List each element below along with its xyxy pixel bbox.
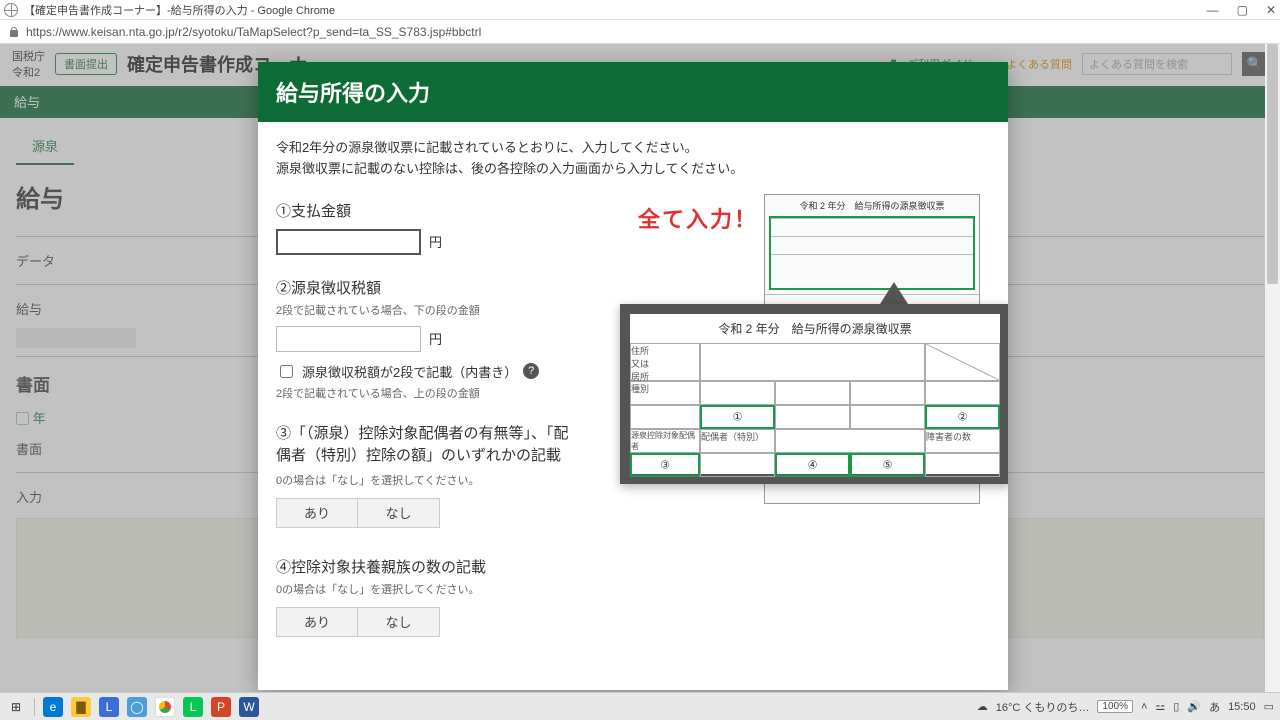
yen-unit: 円 [429,329,442,348]
onedrive-icon[interactable]: ☁ [977,700,988,713]
word-icon[interactable]: W [239,697,259,717]
dz-cell [775,381,850,405]
explorer-icon[interactable]: ▇ [71,697,91,717]
field-1-title: ①支払金額 [276,200,576,221]
dz-cell [700,453,775,477]
scrollbar-track[interactable] [1265,44,1280,692]
lock-icon [8,26,20,38]
battery-icon[interactable]: ▯ [1173,700,1179,713]
start-button[interactable]: ⊞ [6,697,26,717]
zoom-pointer-icon [880,282,908,304]
two-line-checkbox[interactable] [280,365,293,378]
close-window-button[interactable]: ✕ [1266,3,1276,17]
dz-cell: 種別 [630,381,700,405]
yen-unit: 円 [429,232,442,251]
powerpoint-icon[interactable]: P [211,697,231,717]
field-3-sub: 0の場合は「なし」を選択してください。 [276,472,576,488]
notification-icon[interactable]: ▭ [1264,700,1274,713]
two-line-label: 源泉徴収税額が2段で記載（内書き） [302,362,517,381]
zoom-badge[interactable]: 100% [1097,700,1133,713]
f4-yes-button[interactable]: あり [276,607,358,637]
dz-highlight-2: ② [925,405,1000,429]
globe-icon [4,3,18,17]
field-4-title: ④控除対象扶養親族の数の記載 [276,556,576,577]
dz-cell [700,381,775,405]
field-3-title: ③「（源泉）控除対象配偶者の有無等」、「配偶者（特別）控除の額」のいずれかの記載 [276,423,576,468]
salary-income-modal: 給与所得の入力 令和2年分の源泉徴収票に記載されているとおりに、入力してください… [258,62,1008,690]
withholding-tax-input[interactable] [276,326,421,352]
clock[interactable]: 15:50 [1228,701,1256,713]
chevron-up-icon[interactable]: ˄ [1141,701,1147,713]
dz-highlight-1: ① [700,405,775,429]
field-4-sub: 0の場合は「なし」を選択してください。 [276,581,576,597]
ime-indicator[interactable]: あ [1209,699,1220,715]
f3-yes-button[interactable]: あり [276,498,358,528]
modal-title: 給与所得の入力 [258,62,1008,122]
dz-cell: 源泉控除対象配偶者 [630,429,700,453]
modal-instruction-1: 令和2年分の源泉徴収票に記載されているとおりに、入力してください。 [276,138,990,159]
field-2-sub: 2段で記載されている場合、下の段の金額 [276,302,576,318]
windows-taskbar: ⊞ e ▇ L ◯ L P W ☁ 16°C くもりのち… 100% ˄ ⚍ ▯… [0,692,1280,720]
volume-icon[interactable]: 🔊 [1187,700,1201,713]
f4-no-button[interactable]: なし [358,607,440,637]
field-2-title: ②源泉徴収税額 [276,277,576,298]
weather-status[interactable]: 16°C くもりのち… [996,699,1090,715]
dz-cell [775,405,850,429]
maximize-button[interactable]: ▢ [1237,3,1248,17]
cortana-icon[interactable]: ◯ [127,697,147,717]
line-icon[interactable]: L [183,697,203,717]
dz-cell [925,453,1000,477]
minimize-button[interactable]: — [1207,3,1219,17]
window-titlebar: 【確定申告書作成コーナー】-給与所得の入力 - Google Chrome — … [0,0,1280,20]
window-title: 【確定申告書作成コーナー】-給与所得の入力 - Google Chrome [24,2,335,18]
dz-highlight-3: ③ [630,453,700,477]
help-icon[interactable]: ? [523,363,539,379]
edge-icon[interactable]: e [43,697,63,717]
dz-highlight-4: ④ [775,453,850,477]
browser-address-bar[interactable]: https://www.keisan.nta.go.jp/r2/syotoku/… [0,20,1280,44]
dz-highlight-5: ⑤ [850,453,925,477]
dz-cell [850,381,925,405]
illustration-column: 全て入力！ 令和 2 年分 給与所得の源泉徴収票 令和 2 年分 給与所得の源泉… [590,194,990,637]
scrollbar-thumb[interactable] [1267,44,1278,284]
modal-instruction-2: 源泉徴収票に記載のない控除は、後の各控除の入力画面から入力してください。 [276,159,990,180]
payment-amount-input[interactable] [276,229,421,255]
dz-cell: 障害者の数 [925,429,1000,453]
dz-cell: 配偶者（特別） [700,429,775,453]
dz-cell [775,429,925,453]
chrome-icon[interactable] [155,697,175,717]
form-column: ①支払金額 円 ②源泉徴収税額 2段で記載されている場合、下の段の金額 円 源泉… [276,194,576,637]
dz-cell [850,405,925,429]
withholding-slip-zoom: 令和 2 年分 給与所得の源泉徴収票 住所又は居所 種別 ① [620,304,1008,484]
wifi-icon[interactable]: ⚍ [1155,700,1165,713]
red-annotation: 全て入力！ [638,202,758,234]
url-text: https://www.keisan.nta.go.jp/r2/syotoku/… [26,25,481,39]
dz-cell [925,381,1000,405]
dz-cell: 住所又は居所 [630,343,700,381]
f3-no-button[interactable]: なし [358,498,440,528]
dz-cell [925,343,1000,381]
dz-cell [630,405,700,429]
dz-cell [700,343,925,381]
field-2-sub2: 2段で記載されている場合、上の段の金額 [276,385,576,401]
app-icon[interactable]: L [99,697,119,717]
